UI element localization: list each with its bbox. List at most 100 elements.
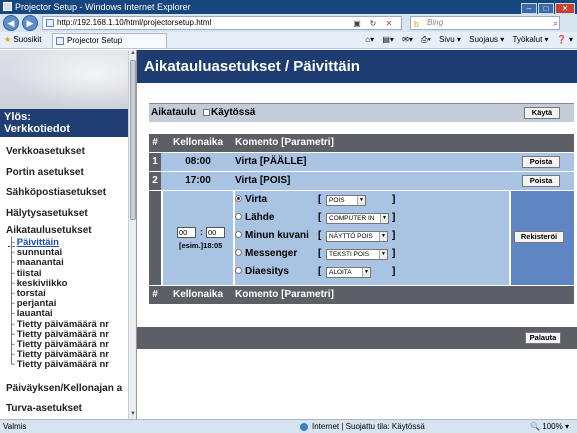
restore-button[interactable]: Palauta — [525, 332, 561, 344]
option-power[interactable]: Virta — [235, 191, 267, 209]
safety-menu[interactable]: Suojaus ▾ — [469, 35, 504, 44]
sidebar-scrollbar[interactable]: ▲ ▼ — [128, 50, 136, 419]
search-icon[interactable]: ⌕ — [553, 17, 558, 29]
page-menu[interactable]: Sivu ▾ — [439, 35, 461, 44]
sidebar-item-network[interactable]: Verkkoasetukset — [6, 142, 136, 163]
table-header: # Kellonaika Komento [Parametri] — [149, 134, 574, 152]
header-time: Kellonaika — [172, 137, 224, 148]
option-label: Diaesitys — [245, 266, 289, 277]
minute-input[interactable] — [206, 227, 225, 238]
zoom-level[interactable]: 🔍 100% ▾ — [530, 420, 569, 433]
row-num: 2 — [149, 172, 161, 190]
power-select-value: POIS — [329, 197, 345, 204]
refresh-icon[interactable]: ↻ — [367, 18, 379, 29]
table-footer-header: # Kellonaika Komento [Parametri] — [149, 286, 574, 304]
favorites-bar: ★ Suosikit Projector Setup ⌂▾ ▤▾ ✉▾ ⎙▾ S… — [0, 32, 577, 49]
sidebar-item-security[interactable]: Turva-asetukset — [6, 399, 136, 419]
scrollbar-thumb[interactable] — [130, 60, 136, 220]
feeds-icon[interactable]: ▤▾ — [382, 35, 394, 44]
row-command: Virta [PÄÄLLE] — [235, 156, 307, 167]
favorites-label: Suosikit — [13, 35, 42, 44]
maximize-button[interactable]: □ — [538, 3, 554, 14]
delete-button[interactable]: Poista — [522, 175, 560, 187]
row-time: 08:00 — [185, 156, 211, 167]
header-num: # — [152, 137, 158, 148]
option-source[interactable]: Lähde — [235, 209, 274, 227]
forward-button[interactable]: ▶ — [22, 15, 38, 31]
bracket-close: ] — [392, 248, 396, 259]
up-link[interactable]: Ylös: Verkkotiedot — [0, 109, 128, 137]
my-image-select[interactable]: NÄYTTÖ POIS ▼ — [326, 231, 388, 242]
sidebar-item-schedule[interactable]: Aikataulusetukset — [6, 224, 136, 238]
chevron-down-icon: ▼ — [357, 196, 365, 205]
new-entry-row: : [esim.]18:05 Virta Lähde Minun kuvani … — [149, 191, 574, 285]
print-icon[interactable]: ⎙▾ — [421, 35, 431, 44]
window-controls: – □ ✕ — [520, 1, 575, 14]
slideshow-select[interactable]: ALOITA ▼ — [326, 267, 371, 278]
option-label: Minun kuvani — [245, 230, 309, 241]
browser-tab[interactable]: Projector Setup — [52, 33, 167, 48]
delete-button[interactable]: Poista — [522, 156, 560, 168]
scroll-up-icon[interactable]: ▲ — [129, 50, 136, 58]
apply-button[interactable]: Käytä — [524, 107, 560, 119]
scroll-down-icon[interactable]: ▼ — [129, 411, 136, 419]
tab-page-icon — [56, 37, 64, 45]
source-select[interactable]: COMPUTER IN ▼ — [326, 213, 389, 224]
search-box[interactable]: b Bing ⌕ — [410, 16, 560, 30]
row-num: 1 — [149, 153, 161, 171]
power-radio[interactable] — [235, 195, 242, 202]
sidebar-sub-specific-date-5[interactable]: └ Tietty päivämäärä nr — [6, 360, 136, 370]
messenger-select[interactable]: TEKSTI POIS ▼ — [326, 249, 388, 260]
address-field[interactable]: http://192.168.1.10/html/projectorsetup.… — [42, 16, 402, 30]
option-my-image[interactable]: Minun kuvani — [235, 227, 309, 245]
help-menu[interactable]: ❓ ▾ — [557, 35, 573, 44]
table-row: 2 17:00 Virta [POIS] Poista — [149, 172, 574, 190]
sidebar-item-email[interactable]: Sähköpostiasetukset — [6, 183, 136, 204]
time-example: [esim.]18:05 — [179, 241, 223, 250]
bracket-close: ] — [392, 194, 396, 205]
page-content: Ylös: Verkkotiedot Verkkoasetukset Porti… — [0, 50, 577, 419]
home-icon[interactable]: ⌂▾ — [365, 35, 374, 44]
sidebar-item-ports[interactable]: Portin asetukset — [6, 163, 136, 184]
sidebar-item-alerts[interactable]: Hälytysasetukset — [6, 204, 136, 225]
option-messenger[interactable]: Messenger — [235, 245, 297, 263]
globe-icon — [300, 423, 308, 431]
sidebar-sub-label: Tietty päivämäärä nr — [16, 359, 109, 371]
schedule-panel: Aikataulu Käytössä Käytä — [149, 103, 574, 122]
schedule-checkbox[interactable] — [203, 109, 210, 116]
compatibility-view-icon[interactable]: ▣ — [351, 18, 363, 29]
option-label: Messenger — [245, 248, 298, 259]
bracket-close: ] — [392, 212, 396, 223]
minimize-button[interactable]: – — [521, 3, 537, 14]
zoom-icon: 🔍 — [530, 422, 543, 431]
messenger-radio[interactable] — [235, 249, 242, 256]
source-radio[interactable] — [235, 213, 242, 220]
my-image-radio[interactable] — [235, 231, 242, 238]
row-command: Virta [POIS] — [235, 175, 291, 186]
hour-input[interactable] — [177, 227, 196, 238]
mail-icon[interactable]: ✉▾ — [402, 35, 413, 44]
security-zone[interactable]: Internet | Suojattu tila: Käytössä — [300, 420, 425, 433]
tree-branch-icon: ├ — [8, 308, 15, 320]
stop-icon[interactable]: ✕ — [383, 18, 395, 29]
row-action-cell: Poista — [511, 172, 574, 190]
slideshow-radio[interactable] — [235, 267, 242, 274]
address-toolbar: ◀ ▶ http://192.168.1.10/html/projectorse… — [0, 14, 577, 32]
sidebar-item-datetime[interactable]: Päiväyksen/Kellonajan a — [6, 379, 136, 400]
chevron-down-icon: ▼ — [379, 232, 387, 241]
option-slideshow[interactable]: Diaesitys — [235, 263, 289, 281]
schedule-enabled-toggle[interactable]: Käytössä — [201, 104, 511, 122]
favorites-button[interactable]: ★ Suosikit — [4, 32, 41, 48]
register-button[interactable]: Rekisteröi — [514, 231, 564, 243]
tree-branch-icon: ├ — [8, 267, 15, 279]
zoom-text: 100% — [542, 422, 563, 431]
tools-menu[interactable]: Työkalut ▾ — [513, 35, 549, 44]
sidebar: Ylös: Verkkotiedot Verkkoasetukset Porti… — [0, 50, 137, 419]
power-select[interactable]: POIS ▼ — [326, 195, 366, 206]
url-text: http://192.168.1.10/html/projectorsetup.… — [57, 18, 212, 27]
back-button[interactable]: ◀ — [3, 15, 19, 31]
time-separator: : — [200, 227, 203, 237]
row-action-cell: Poista — [511, 153, 574, 171]
close-window-button[interactable]: ✕ — [555, 3, 575, 14]
command-bar: ⌂▾ ▤▾ ✉▾ ⎙▾ Sivu ▾ Suojaus ▾ Työkalut ▾ … — [359, 32, 573, 48]
